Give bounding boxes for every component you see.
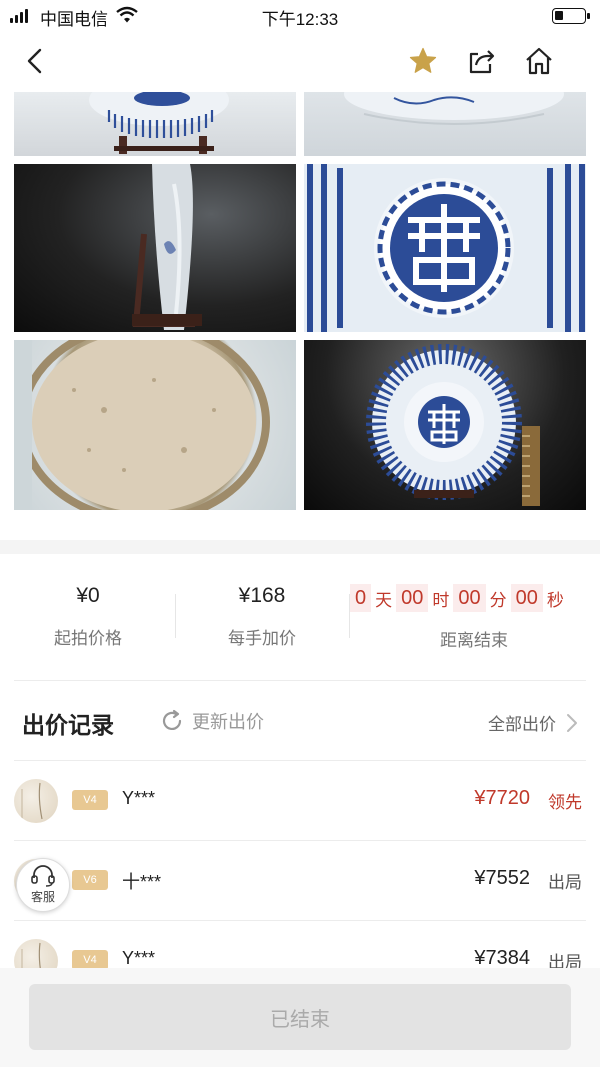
headset-icon (31, 865, 55, 887)
battery-level (555, 11, 563, 20)
bidder-name: Y*** (122, 948, 156, 968)
product-photo-5[interactable] (14, 340, 296, 510)
divider (175, 594, 176, 638)
bid-status: 领先 (548, 793, 582, 812)
avatar (14, 779, 58, 823)
bid-amount: ¥7552 (474, 867, 530, 889)
product-image-grid (14, 92, 586, 512)
countdown-seconds-unit: 秒 (546, 590, 564, 610)
increment-value: ¥168 (238, 584, 286, 607)
bid-row[interactable]: V4 Y*** ¥7720 领先 (14, 760, 586, 840)
countdown-days: 0 (350, 584, 372, 612)
battery-icon (552, 8, 590, 24)
level-badge: V4 (72, 950, 108, 970)
bottom-bar: 已结束 (0, 968, 600, 1067)
nav-bar (0, 30, 600, 92)
product-photo-1[interactable] (14, 92, 296, 156)
increment-label: 每手加价 (228, 629, 296, 648)
section-divider (0, 540, 600, 554)
all-bids-link[interactable]: 全部出价 (488, 710, 578, 735)
countdown-days-unit: 天 (375, 590, 393, 610)
customer-service-button[interactable]: 客服 (16, 858, 70, 912)
all-bids-label: 全部出价 (488, 715, 556, 734)
bidder-name: Y*** (122, 788, 156, 808)
product-photo-6[interactable] (304, 340, 586, 510)
chevron-left-icon[interactable] (18, 44, 52, 78)
star-icon[interactable] (406, 44, 440, 78)
bid-status: 出局 (548, 873, 582, 892)
start-price: ¥0 起拍价格 (24, 584, 152, 649)
countdown: 0 天 00 时 00 分 00 秒 距离结束 (350, 584, 600, 651)
countdown-seconds: 00 (510, 584, 543, 612)
refresh-bids-button[interactable]: 更新出价 (160, 708, 264, 734)
product-photo-2[interactable] (304, 92, 586, 156)
bid-record-header: 出价记录 更新出价 全部出价 (0, 682, 600, 760)
divider (14, 680, 586, 681)
product-photo-3[interactable] (14, 164, 296, 332)
countdown-hours-unit: 时 (432, 590, 450, 610)
refresh-icon (162, 709, 182, 730)
bidder-name: 十*** (122, 872, 162, 892)
countdown-hours: 00 (396, 584, 429, 612)
level-badge: V4 (72, 790, 108, 810)
increment-price: ¥168 每手加价 (198, 584, 326, 649)
chevron-right-icon (567, 713, 577, 732)
start-price-label: 起拍价格 (54, 629, 122, 648)
countdown-minutes: 00 (453, 584, 486, 612)
share-icon[interactable] (464, 44, 498, 78)
start-price-value: ¥0 (76, 584, 100, 607)
bid-row[interactable]: V6 十*** ¥7552 出局 (14, 840, 586, 920)
customer-service-label: 客服 (30, 890, 55, 904)
home-icon[interactable] (522, 44, 556, 78)
bid-record-title: 出价记录 (22, 712, 114, 738)
countdown-label: 距离结束 (440, 631, 508, 650)
refresh-bids-label: 更新出价 (192, 712, 264, 732)
bid-amount: ¥7720 (474, 787, 530, 809)
bid-amount: ¥7384 (474, 947, 530, 969)
price-info: ¥0 起拍价格 ¥168 每手加价 0 天 00 时 00 分 00 秒 距离结… (0, 570, 600, 670)
product-photo-4[interactable] (304, 164, 586, 332)
status-bar: 中国电信 下午12:33 (0, 0, 600, 30)
auction-ended-button[interactable]: 已结束 (29, 984, 571, 1050)
clock: 下午12:33 (261, 10, 339, 29)
level-badge: V6 (72, 870, 108, 890)
countdown-minutes-unit: 分 (489, 590, 507, 610)
